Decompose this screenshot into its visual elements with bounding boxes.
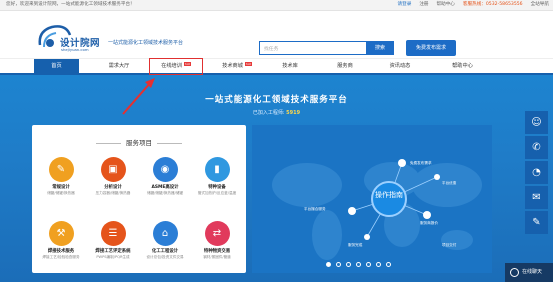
- service-title: ASME高设计: [151, 185, 179, 190]
- nav-label: 帮助中心: [452, 63, 473, 69]
- comment-icon[interactable]: ✉: [525, 186, 548, 209]
- operation-guide-map[interactable]: 免费发布需求 平台撮合服务 服务商报价 服务完成 平台优惠 项目交付 操作指南: [252, 125, 492, 273]
- map-node: 服务商报价: [420, 221, 438, 225]
- service-desc: PWPS编制/PQR生成: [96, 255, 130, 259]
- search-input[interactable]: 找任务: [264, 45, 278, 52]
- side-toolbar: ☺ ✆ ◔ ✉ ✎: [525, 111, 549, 234]
- nav-label: 服务商: [337, 63, 353, 69]
- hot-badge: hot: [183, 62, 191, 66]
- service-desc: 压力容器/储罐/换热器: [95, 191, 131, 195]
- sitemap-link[interactable]: 全站导航: [527, 0, 553, 10]
- search-box: 找任务 搜索: [259, 41, 394, 55]
- nav-label: 资讯动态: [389, 63, 411, 69]
- carousel-dot[interactable]: [346, 262, 351, 267]
- service-item[interactable]: ⚒ 焊接技术服务 焊接工艺/检验检查服务: [36, 221, 86, 260]
- edit-icon[interactable]: ✎: [525, 211, 548, 234]
- nav-label: 在线培训: [161, 63, 182, 69]
- carousel-dot[interactable]: [386, 262, 391, 267]
- search-button[interactable]: 搜索: [366, 41, 394, 55]
- chat-label: 在线聊天: [522, 269, 543, 275]
- logo-domain: shejiyuan.com: [61, 47, 89, 52]
- nav-tech-library[interactable]: 技术库: [270, 59, 310, 74]
- main-nav: 首页 需求大厅 在线培训 hot 技术商城 hot 技术库 服务商 资讯动态 帮助中…: [0, 58, 553, 75]
- nav-label: 技术商城: [222, 63, 243, 69]
- top-bar: 您好，欢迎来到设计院网，一站式能源化工领域技术服务平台！ 请登录 注册 帮助中心…: [0, 0, 553, 11]
- help-link[interactable]: 帮助中心: [433, 0, 459, 10]
- service-title: 化工工程设计: [151, 249, 179, 254]
- carousel-dots: [326, 262, 391, 267]
- service-item[interactable]: ⇄ 特种物资交易 钢材/紧固件/管道: [192, 221, 242, 260]
- services-heading: 服务项目: [32, 137, 246, 147]
- service-title: 常规设计: [52, 185, 70, 190]
- hotline-text: 客服热线：0532-58653556: [462, 2, 523, 7]
- carousel-dot[interactable]: [356, 262, 361, 267]
- welding-icon: ⚒: [48, 221, 74, 246]
- service-desc: 管式加热炉/反应釜/温度: [197, 191, 237, 195]
- map-node: 平台优惠: [442, 181, 457, 185]
- service-desc: 焊接工艺/检验检查服务: [42, 255, 80, 259]
- hot-badge: hot: [244, 62, 252, 66]
- nav-home[interactable]: 首页: [34, 59, 79, 74]
- online-chat-button[interactable]: 在线聊天: [505, 263, 553, 282]
- nav-providers[interactable]: 服务商: [325, 59, 365, 74]
- service-desc: 设计总包/投资文件交易: [146, 255, 184, 259]
- login-link[interactable]: 请登录: [394, 0, 416, 10]
- operation-guide-button[interactable]: 操作指南: [371, 181, 407, 217]
- banner-subtitle: 已加入工程师: 5919: [0, 109, 553, 116]
- service-desc: 钢材/紧固件/管道: [203, 255, 231, 259]
- asme-icon: ◉: [152, 157, 178, 182]
- tagline: 一站式能源化工领域技术服务平台: [108, 40, 184, 46]
- map-node: 平台撮合服务: [304, 207, 326, 211]
- map-node: 项目交付: [442, 243, 457, 247]
- equipment-icon: ▮: [204, 157, 230, 182]
- plant-icon: ⌂: [152, 221, 178, 246]
- service-title: 焊接工艺评定系统: [95, 249, 131, 254]
- service-desc: 储罐/储罐/换热器/储罐: [147, 191, 183, 195]
- phone-icon[interactable]: ✆: [525, 136, 548, 159]
- carousel-dot[interactable]: [326, 262, 331, 267]
- nav-label: 首页: [51, 63, 62, 69]
- service-title: 特种物资交易: [203, 249, 231, 254]
- register-link[interactable]: 注册: [415, 0, 432, 10]
- service-item[interactable]: ✎ 常规设计 储罐/储罐/换热器: [36, 157, 86, 196]
- banner-title: 一站式能源化工领域技术服务平台: [205, 95, 348, 105]
- service-item[interactable]: ◉ ASME高设计 储罐/储罐/换热器/储罐: [140, 157, 190, 196]
- service-desc: 储罐/储罐/换热器: [47, 191, 75, 195]
- trade-icon: ⇄: [204, 221, 230, 246]
- service-item[interactable]: ▣ 分析设计 压力容器/储罐/换热器: [88, 157, 138, 196]
- nav-label: 需求大厅: [108, 63, 130, 69]
- nav-tech-mall[interactable]: 技术商城 hot: [212, 59, 262, 74]
- wechat-icon[interactable]: ◔: [525, 161, 548, 184]
- service-item[interactable]: ☰ 焊接工艺评定系统 PWPS编制/PQR生成: [88, 221, 138, 260]
- service-item[interactable]: ⌂ 化工工程设计 设计总包/投资文件交易: [140, 221, 190, 260]
- welcome-text: 您好，欢迎来到设计院网，一站式能源化工领域技术服务平台！: [6, 2, 135, 7]
- analysis-icon: ▣: [100, 157, 126, 182]
- nav-label: 技术库: [282, 63, 298, 69]
- engineers-label: 已加入工程师:: [252, 110, 285, 116]
- map-node: 服务完成: [348, 243, 363, 247]
- service-title: 分析设计: [104, 185, 122, 190]
- carousel-dot[interactable]: [336, 262, 341, 267]
- carousel-dot[interactable]: [366, 262, 371, 267]
- design-icon: ✎: [48, 157, 74, 182]
- service-title: 特种设备: [208, 185, 226, 190]
- carousel-dot[interactable]: [376, 262, 381, 267]
- service-title: 焊接技术服务: [47, 249, 75, 254]
- post-demand-button[interactable]: 免费发布需求: [406, 40, 456, 56]
- engineers-count: 5919: [286, 110, 301, 116]
- chat-icon: [510, 268, 519, 277]
- map-node: 免费发布需求: [410, 161, 432, 165]
- header: 设计院网 shejiyuan.com 一站式能源化工领域技术服务平台 找任务 搜…: [0, 11, 553, 58]
- nav-demand-hall[interactable]: 需求大厅: [94, 59, 144, 74]
- service-item[interactable]: ▮ 特种设备 管式加热炉/反应釜/温度: [192, 157, 242, 196]
- services-panel: 服务项目 ✎ 常规设计 储罐/储罐/换热器 ▣ 分析设计 压力容器/储罐/换热器…: [32, 125, 246, 273]
- nav-help[interactable]: 帮助中心: [440, 59, 485, 74]
- nav-news[interactable]: 资讯动态: [380, 59, 420, 74]
- nav-online-training[interactable]: 在线培训 hot: [149, 58, 203, 75]
- service-icon[interactable]: ☺: [525, 111, 548, 134]
- wps-icon: ☰: [100, 221, 126, 246]
